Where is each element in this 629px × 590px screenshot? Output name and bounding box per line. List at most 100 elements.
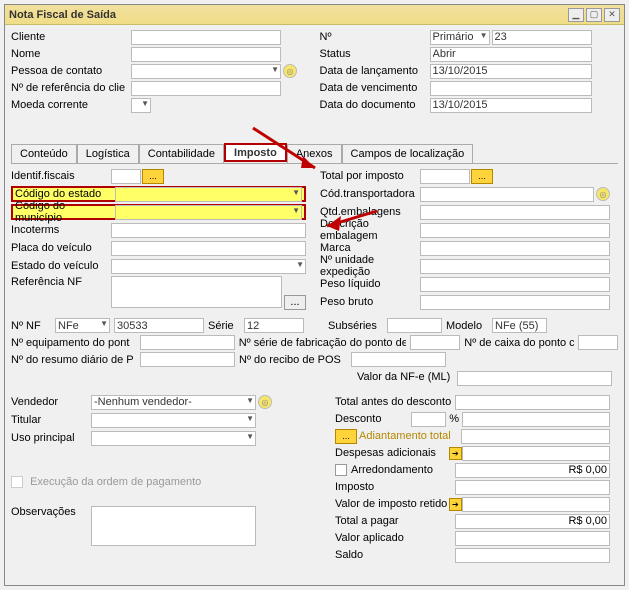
cod-municipio-select[interactable] xyxy=(115,205,302,220)
titular-label: Titular xyxy=(11,414,91,426)
tab-contabilidade[interactable]: Contabilidade xyxy=(139,144,224,163)
total-imp-input[interactable] xyxy=(420,169,470,184)
obs-input[interactable] xyxy=(91,506,256,546)
serie-label: Série xyxy=(208,320,240,332)
desconto-val-input[interactable] xyxy=(462,412,610,427)
close-button[interactable]: ✕ xyxy=(604,8,620,22)
arred-input[interactable] xyxy=(455,463,610,478)
descr-emb-label: Descrição embalagem xyxy=(320,218,420,242)
arred-checkbox[interactable] xyxy=(335,464,347,476)
data-doc-input[interactable] xyxy=(430,98,592,113)
adiant-input[interactable] xyxy=(461,429,610,444)
maximize-button[interactable]: ▢ xyxy=(586,8,602,22)
tab-conteudo[interactable]: Conteúdo xyxy=(11,144,77,163)
cod-estado-select[interactable] xyxy=(115,187,302,202)
desconto-label: Desconto xyxy=(335,413,411,425)
descr-emb-input[interactable] xyxy=(420,223,610,238)
resumo-input[interactable] xyxy=(140,352,235,367)
incoterms-label: Incoterms xyxy=(11,224,111,236)
placa-input[interactable] xyxy=(111,241,306,256)
data-venc-label: Data de vencimento xyxy=(320,82,430,94)
data-lanc-input[interactable] xyxy=(430,64,592,79)
eq-label: Nº equipamento do pont xyxy=(11,337,136,349)
identif-label: Identif.fiscais xyxy=(11,170,111,182)
incoterms-input[interactable] xyxy=(111,223,306,238)
recibo-label: Nº do recibo de POS xyxy=(239,354,347,366)
uso-select[interactable] xyxy=(91,431,256,446)
eq-input[interactable] xyxy=(140,335,235,350)
identif-lookup-button[interactable]: ... xyxy=(142,169,164,184)
desp-input[interactable] xyxy=(462,446,610,461)
aplicado-label: Valor aplicado xyxy=(335,532,455,544)
estado-veic-select[interactable] xyxy=(111,259,306,274)
data-lanc-label: Data de lançamento xyxy=(320,65,430,77)
modelo-input[interactable] xyxy=(492,318,547,333)
status-input[interactable] xyxy=(430,47,592,62)
pct-label: % xyxy=(449,413,459,425)
tab-imposto[interactable]: Imposto xyxy=(224,143,287,162)
total-antes-input[interactable] xyxy=(455,395,610,410)
desp-label: Despesas adicionais xyxy=(335,447,447,459)
contato-label: Pessoa de contato xyxy=(11,65,131,77)
imposto-total-input[interactable] xyxy=(455,480,610,495)
data-venc-input[interactable] xyxy=(430,81,592,96)
peso-bruto-label: Peso bruto xyxy=(320,296,420,308)
peso-bruto-input[interactable] xyxy=(420,295,610,310)
status-label: Status xyxy=(320,48,430,60)
peso-liq-input[interactable] xyxy=(420,277,610,292)
num-nf-label: Nº NF xyxy=(11,320,51,332)
modelo-label: Modelo xyxy=(446,320,488,332)
num-type-select[interactable] xyxy=(430,30,490,45)
exec-label: Execução da ordem de pagamento xyxy=(30,476,201,488)
nome-input[interactable] xyxy=(131,47,281,62)
num-input[interactable] xyxy=(492,30,592,45)
cod-transp-input[interactable] xyxy=(420,187,594,202)
caixa-input[interactable] xyxy=(578,335,618,350)
ref-nf-dots-button[interactable]: ... xyxy=(284,295,306,310)
marca-input[interactable] xyxy=(420,241,610,256)
qtd-emb-input[interactable] xyxy=(420,205,610,220)
cod-municipio-label: Código do município xyxy=(15,200,115,224)
serie-fab-label: Nº série de fabricação do ponto de xyxy=(239,337,407,349)
obs-label: Observações xyxy=(11,506,91,518)
adiant-lookup-button[interactable]: ... xyxy=(335,429,357,444)
subseries-input[interactable] xyxy=(387,318,442,333)
recibo-input[interactable] xyxy=(351,352,446,367)
minimize-button[interactable]: ▁ xyxy=(568,8,584,22)
titular-select[interactable] xyxy=(91,413,256,428)
total-imp-lookup-button[interactable]: ... xyxy=(471,169,493,184)
resumo-label: Nº do resumo diário de P xyxy=(11,354,136,366)
cliente-input[interactable] xyxy=(131,30,281,45)
aplicado-input[interactable] xyxy=(455,531,610,546)
desp-arrow-icon[interactable]: ➔ xyxy=(449,447,462,460)
link-icon[interactable]: ◎ xyxy=(283,64,297,78)
serie-input[interactable] xyxy=(244,318,304,333)
link-icon[interactable]: ◎ xyxy=(258,395,272,409)
tab-anexos[interactable]: Anexos xyxy=(287,144,342,163)
placa-label: Placa do veículo xyxy=(11,242,111,254)
total-imp-label: Total por imposto xyxy=(320,170,420,182)
ref-nf-input[interactable] xyxy=(111,276,282,308)
saldo-input[interactable] xyxy=(455,548,610,563)
vendedor-select[interactable] xyxy=(91,395,256,410)
desconto-pct-input[interactable] xyxy=(411,412,446,427)
unid-input[interactable] xyxy=(420,259,610,274)
retido-arrow-icon[interactable]: ➔ xyxy=(449,498,462,511)
num-nf-input[interactable] xyxy=(114,318,204,333)
num-label: Nº xyxy=(320,31,430,43)
estado-veic-label: Estado do veículo xyxy=(11,260,111,272)
tab-logistica[interactable]: Logística xyxy=(77,144,139,163)
contato-select[interactable] xyxy=(131,64,281,79)
ref-input[interactable] xyxy=(131,81,281,96)
valor-nfe-input[interactable] xyxy=(457,371,612,386)
identif-input[interactable] xyxy=(111,169,141,184)
serie-fab-input[interactable] xyxy=(410,335,460,350)
tab-campos[interactable]: Campos de localização xyxy=(342,144,474,163)
link-icon[interactable]: ◎ xyxy=(596,187,610,201)
retido-input[interactable] xyxy=(462,497,610,512)
subseries-label: Subséries xyxy=(328,320,383,332)
cod-estado-label: Código do estado xyxy=(15,188,115,200)
total-input[interactable] xyxy=(455,514,610,529)
num-nf-type-select[interactable] xyxy=(55,318,110,333)
moeda-select[interactable] xyxy=(131,98,151,113)
